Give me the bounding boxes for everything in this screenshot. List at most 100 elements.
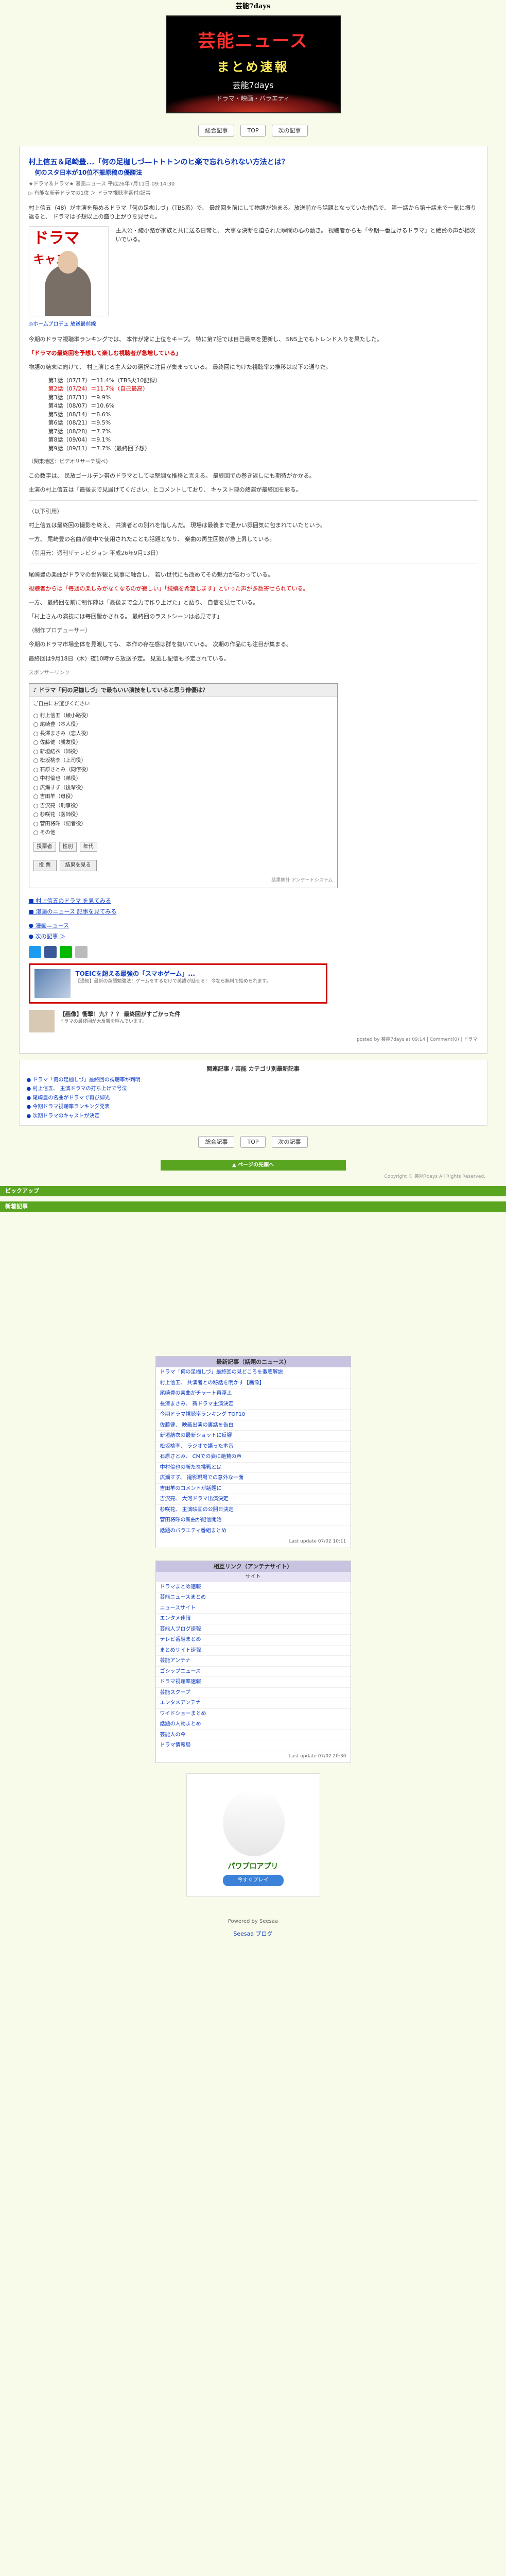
radio-icon[interactable] <box>33 731 38 736</box>
sidebar-item[interactable]: まとめサイト速報 <box>155 1646 351 1656</box>
poll-footer[interactable]: 結果集計 アンケートシステム <box>29 875 337 888</box>
radio-icon[interactable] <box>33 740 38 745</box>
link-news[interactable]: ● 漫画ニュース <box>29 921 478 930</box>
sidebar-item[interactable]: エンタメ速報 <box>155 1614 351 1624</box>
promo-title[interactable]: TOEICを超える最強の「スマホゲーム」... <box>76 969 271 979</box>
radio-icon[interactable] <box>33 767 38 772</box>
radio-icon[interactable] <box>33 821 38 826</box>
sidebar-item[interactable]: 菅田将暉の新曲が配信開始 <box>155 1515 351 1526</box>
vote-button[interactable]: 投 票 <box>33 860 57 871</box>
line-icon[interactable] <box>59 945 72 958</box>
sidebar-item[interactable]: 芸能人の今 <box>155 1730 351 1741</box>
radio-icon[interactable] <box>33 803 38 808</box>
drama-image[interactable]: ドラマ キャスト <box>28 226 109 317</box>
poll-option[interactable]: 佐藤健（親友役） <box>33 738 333 748</box>
article-title[interactable]: 村上信五＆尾崎豊...「何の足枷しづ―トトトンのヒ楽で忘れられない方法とは？ <box>29 158 478 168</box>
sidebar-item[interactable]: 話題の人物まとめ <box>155 1719 351 1730</box>
sidebar-item[interactable]: 話題のバラエティ番組まとめ <box>155 1526 351 1537</box>
link-text[interactable]: ● 漫画ニュース <box>29 922 69 929</box>
twitter-icon[interactable] <box>28 945 41 958</box>
link-text[interactable]: ■ 漫画のニュース 記事を見てみる <box>29 908 117 915</box>
poll-option[interactable]: 新垣結衣（姉役） <box>33 748 333 757</box>
link-manga[interactable]: ■ 漫画のニュース 記事を見てみる <box>29 907 478 916</box>
link-drama[interactable]: ■ 村上信五のドラマ を見てみる <box>29 896 478 905</box>
ad-play-button[interactable]: 今すぐプレイ <box>222 1874 284 1886</box>
nav-prev[interactable]: 総合記事 <box>198 1136 235 1148</box>
sidebar-item[interactable]: ドラマ情報局 <box>155 1740 351 1751</box>
sidebar-item[interactable]: 芸能人ブログ速報 <box>155 1624 351 1635</box>
poll-option[interactable]: 杉咲花（医師役） <box>33 810 333 820</box>
sidebar-item[interactable]: 吉沢亮、 大河ドラマ出演決定 <box>155 1494 351 1505</box>
radio-icon[interactable] <box>33 758 38 764</box>
bookmark-icon[interactable] <box>75 945 88 958</box>
link-text[interactable]: ● 次の記事 ＞ <box>29 933 66 940</box>
nav-next[interactable]: 次の記事 <box>271 125 308 137</box>
poll-select-voter[interactable]: 投票者 <box>33 841 56 852</box>
seesaa-brand[interactable]: Seesaa ブログ <box>0 1929 506 1959</box>
sidebar-item[interactable]: 佐藤健、 映画出演の裏話を告白 <box>155 1420 351 1431</box>
related-item[interactable]: ● ドラマ「何の足枷しづ」最終回の視聴率が判明 <box>27 1076 480 1084</box>
poll-option[interactable]: 吉沢亮（刑事役） <box>33 802 333 811</box>
poll-option[interactable]: 吉田羊（母役） <box>33 792 333 802</box>
sidebar-item[interactable]: 芸能アンテナ <box>155 1656 351 1667</box>
sidebar-item[interactable]: 芸能ニュースまとめ <box>155 1592 351 1603</box>
radio-icon[interactable] <box>33 713 38 718</box>
poll-option[interactable]: その他 <box>33 828 333 838</box>
sidebar-item[interactable]: ニュースサイト <box>155 1603 351 1614</box>
radio-icon[interactable] <box>33 776 38 782</box>
sidebar-item[interactable]: ワイドショーまとめ <box>155 1709 351 1720</box>
related-item[interactable]: ● 次期ドラマのキャストが決定 <box>27 1112 480 1121</box>
results-button[interactable]: 結果を見る <box>59 860 97 871</box>
related-item[interactable]: ● 尾崎豊の名曲がドラマで再び脚光 <box>27 1094 480 1103</box>
poll-option[interactable]: 長澤まさみ（恋人役） <box>33 730 333 739</box>
poll-option[interactable]: 広瀬すず（後輩役） <box>33 784 333 793</box>
sidebar-item[interactable]: 広瀬すず、 撮影現場での意外な一面 <box>155 1473 351 1484</box>
sidebar-item[interactable]: テレビ番組まとめ <box>155 1635 351 1646</box>
poll-option[interactable]: 菅田将暉（記者役） <box>33 820 333 829</box>
related-item[interactable]: ● 今期ドラマ視聴率ランキング発表 <box>27 1103 480 1111</box>
radio-icon[interactable] <box>33 812 38 818</box>
sidebar-item[interactable]: 長澤まさみ、 新ドラマ主演決定 <box>155 1399 351 1410</box>
site-title[interactable]: 芸能7days <box>236 3 270 10</box>
sidebar-item[interactable]: 芸能スクープ <box>155 1688 351 1699</box>
promo2-title[interactable]: 【画像】衝撃！九？？？ 最終回がすごかった件 <box>60 1010 181 1019</box>
nav-next[interactable]: 次の記事 <box>271 1136 308 1148</box>
radio-icon[interactable] <box>33 722 38 727</box>
promo-box[interactable]: TOEICを超える最強の「スマホゲーム」... 【通知】最新の英語勉強法！ゲームを… <box>28 963 327 1004</box>
sidebar-item[interactable]: 尾崎豊の楽曲がチャート再浮上 <box>155 1388 351 1399</box>
poll-option[interactable]: 村上信五（綾小路役） <box>33 711 333 721</box>
radio-icon[interactable] <box>33 831 38 836</box>
nav-top[interactable]: TOP <box>240 125 266 137</box>
poll-option[interactable]: 尾崎豊（本人役） <box>33 720 333 730</box>
poll-select-age[interactable]: 年代 <box>79 841 97 852</box>
sidebar-item[interactable]: ドラマ「何の足枷しづ」最終回の見どころを徹底解説 <box>155 1367 351 1378</box>
sidebar-item[interactable]: ゴシップニュース <box>155 1667 351 1677</box>
radio-icon[interactable] <box>33 749 38 754</box>
sidebar-item[interactable]: 今期ドラマ視聴率ランキング TOP10 <box>155 1410 351 1420</box>
sidebar-item[interactable]: ドラマ視聴率速報 <box>155 1677 351 1688</box>
poll-option[interactable]: 石原さとみ（同僚役） <box>33 766 333 775</box>
related-item[interactable]: ● 村上信五、 主演ドラマの打ち上げで号泣 <box>27 1085 480 1093</box>
sidebar-item[interactable]: 石原さとみ、 CMでの姿に絶賛の声 <box>155 1452 351 1463</box>
header-banner[interactable]: 芸能ニュース まとめ速報 芸能7days ドラマ・映画・バラエティ <box>165 15 341 113</box>
link-text[interactable]: ■ 村上信五のドラマ を見てみる <box>29 897 111 904</box>
sidebar-item[interactable]: 杉咲花、 主演映画の公開日決定 <box>155 1505 351 1516</box>
sidebar-item[interactable]: 新垣結衣の最新ショットに反響 <box>155 1431 351 1442</box>
poll-select-gender[interactable]: 性別 <box>59 841 77 852</box>
sidebar-item[interactable]: 村上信五、 共演者との秘話を明かす【画像】 <box>155 1378 351 1389</box>
nav-top[interactable]: TOP <box>240 1136 266 1148</box>
page-top-button[interactable]: ▲ ページの先頭へ <box>160 1160 346 1171</box>
facebook-icon[interactable] <box>44 945 57 958</box>
sidebar-item[interactable]: エンタメアンテナ <box>155 1698 351 1709</box>
sidebar-item[interactable]: 中村倫也の新たな挑戦とは <box>155 1463 351 1473</box>
sidebar-item[interactable]: 吉田羊のコメントが話題に <box>155 1484 351 1495</box>
sidebar-item[interactable]: 松坂桃李、 ラジオで語った本音 <box>155 1442 351 1452</box>
sponsor-ad[interactable]: パワプロアプリ 今すぐプレイ <box>186 1773 320 1897</box>
sidebar-item[interactable]: ドラマまとめ速報 <box>155 1582 351 1593</box>
nav-prev[interactable]: 総合記事 <box>198 125 235 137</box>
image-caption[interactable]: ◎ホームプロデュ 放送最前線 <box>29 320 478 329</box>
poll-option[interactable]: 松坂桃李（上司役） <box>33 756 333 766</box>
poll-option[interactable]: 中村倫也（弟役） <box>33 774 333 784</box>
radio-icon[interactable] <box>33 794 38 800</box>
link-next[interactable]: ● 次の記事 ＞ <box>29 932 478 941</box>
